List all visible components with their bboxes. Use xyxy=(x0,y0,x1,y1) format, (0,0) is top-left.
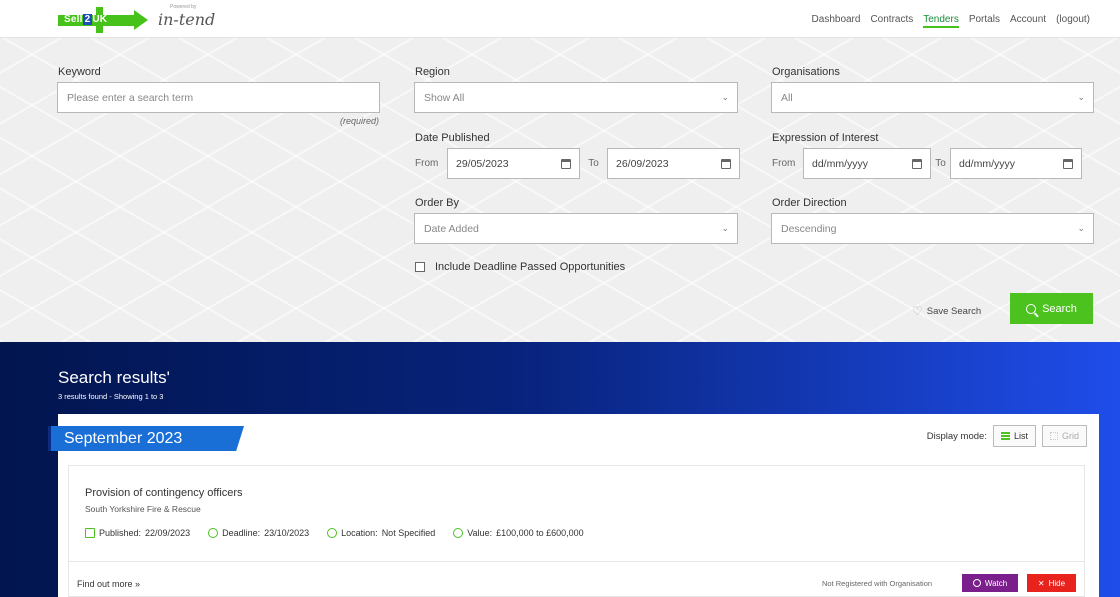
calendar-icon[interactable] xyxy=(912,158,922,169)
top-bar: Sell 2 UK Powered by in-tend Dashboard Con… xyxy=(0,0,1120,38)
region-select[interactable]: Show All ⌄ xyxy=(414,82,738,113)
registration-status: Not Registered with Organisation xyxy=(822,579,933,588)
chevron-down-icon: ⌄ xyxy=(721,223,729,233)
deadline-meta: Deadline: 23/10/2023 xyxy=(208,528,309,538)
tender-organisation: South Yorkshire Fire & Rescue xyxy=(85,504,201,514)
published-meta: Published: 22/09/2023 xyxy=(85,528,190,538)
results-count: 3 results found - Showing 1 to 3 xyxy=(58,392,164,401)
calendar-icon xyxy=(85,528,95,538)
hide-button[interactable]: ✕ Hide xyxy=(1027,574,1076,592)
month-heading: September 2023 xyxy=(48,426,244,451)
eoi-to-input[interactable]: dd/mm/yyyy xyxy=(950,148,1082,179)
calendar-icon[interactable] xyxy=(721,158,731,169)
currency-icon xyxy=(453,528,464,538)
save-search-button[interactable]: ♡ Save Search xyxy=(912,304,981,318)
order-direction-select[interactable]: Descending ⌄ xyxy=(771,213,1094,244)
chevron-down-icon: ⌄ xyxy=(1077,223,1085,233)
search-button[interactable]: Search xyxy=(1010,293,1093,324)
eoi-to-label: To xyxy=(935,158,946,169)
results-section: Search results' 3 results found - Showin… xyxy=(0,342,1120,597)
grid-view-button[interactable]: Grid xyxy=(1041,425,1087,447)
nav-account[interactable]: Account xyxy=(1010,14,1046,28)
organisations-select[interactable]: All ⌄ xyxy=(771,82,1094,113)
keyword-label: Keyword xyxy=(58,66,101,78)
order-direction-label: Order Direction xyxy=(772,197,847,209)
grid-icon xyxy=(1049,432,1058,440)
region-label: Region xyxy=(415,66,450,78)
map-pin-icon xyxy=(327,528,338,538)
nav-tenders[interactable]: Tenders xyxy=(923,14,959,28)
tender-meta: Published: 22/09/2023 Deadline: 23/10/20… xyxy=(85,528,584,538)
dp-from-input[interactable]: 29/05/2023 xyxy=(447,148,580,179)
logo[interactable]: Sell 2 UK Powered by in-tend xyxy=(58,4,216,34)
dp-from-label: From xyxy=(415,158,439,169)
watch-button[interactable]: Watch xyxy=(962,574,1018,592)
results-panel: September 2023 Display mode: List Grid P… xyxy=(48,414,1099,597)
dp-to-input[interactable]: 26/09/2023 xyxy=(607,148,740,179)
organisations-label: Organisations xyxy=(772,66,840,78)
main-nav: Dashboard Contracts Tenders Portals Acco… xyxy=(812,14,1090,28)
date-published-range: From 29/05/2023 To 26/09/2023 xyxy=(415,148,740,179)
include-passed-checkbox[interactable] xyxy=(415,262,425,272)
intend-logo: Powered by in-tend xyxy=(158,4,216,29)
chevron-right-icon: » xyxy=(135,579,141,589)
tender-card: Provision of contingency officers South … xyxy=(68,465,1085,597)
close-icon: ✕ xyxy=(1037,578,1045,588)
nav-contracts[interactable]: Contracts xyxy=(870,14,913,28)
eoi-range: From dd/mm/yyyy To dd/mm/yyyy xyxy=(772,148,1082,179)
find-out-more-link[interactable]: Find out more » xyxy=(77,579,140,589)
location-meta: Location: Not Specified xyxy=(327,528,435,538)
chevron-down-icon: ⌄ xyxy=(721,92,729,102)
calendar-icon[interactable] xyxy=(1063,158,1073,169)
sell2uk-logo: Sell 2 UK xyxy=(58,7,150,33)
keyword-input[interactable]: Please enter a search term xyxy=(57,82,380,113)
order-by-label: Order By xyxy=(415,197,460,209)
clock-icon xyxy=(208,528,219,538)
order-by-select[interactable]: Date Added ⌄ xyxy=(414,213,738,244)
list-icon xyxy=(1000,432,1010,440)
list-view-button[interactable]: List xyxy=(992,425,1036,447)
display-mode: Display mode: List Grid xyxy=(927,425,1087,447)
include-passed-option[interactable]: Include Deadline Passed Opportunities xyxy=(415,261,625,273)
nav-logout[interactable]: (logout) xyxy=(1056,14,1090,28)
eye-icon xyxy=(972,579,981,587)
nav-dashboard[interactable]: Dashboard xyxy=(812,14,861,28)
calendar-icon[interactable] xyxy=(561,158,571,169)
date-published-label: Date Published xyxy=(415,132,490,144)
search-icon xyxy=(1026,303,1037,314)
search-form: Keyword Please enter a search term (requ… xyxy=(0,38,1120,342)
eoi-label: Expression of Interest xyxy=(772,132,879,144)
card-divider xyxy=(69,561,1084,562)
results-title: Search results' xyxy=(58,368,170,387)
required-note: (required) xyxy=(340,116,380,126)
heart-icon: ♡ xyxy=(912,304,923,318)
value-meta: Value: £100,000 to £600,000 xyxy=(453,528,584,538)
tender-title[interactable]: Provision of contingency officers xyxy=(85,487,243,499)
nav-portals[interactable]: Portals xyxy=(969,14,1000,28)
chevron-down-icon: ⌄ xyxy=(1077,92,1085,102)
eoi-from-label: From xyxy=(772,158,796,169)
eoi-from-input[interactable]: dd/mm/yyyy xyxy=(803,148,931,179)
dp-to-label: To xyxy=(588,158,599,169)
